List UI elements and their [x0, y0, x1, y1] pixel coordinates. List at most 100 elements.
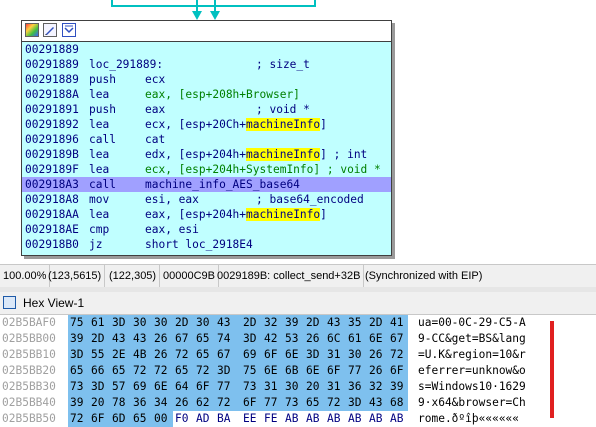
hex-byte[interactable]: 32 — [369, 379, 382, 395]
hex-byte[interactable]: 6C — [327, 331, 340, 347]
hex-byte[interactable]: 72 — [154, 363, 167, 379]
hex-byte[interactable]: 69 — [243, 347, 256, 363]
hex-byte[interactable]: 42 — [264, 331, 277, 347]
hex-bytes[interactable]: 39 20 78 36 34 26 62 72 6F 77 73 65 72 3D 43 68 — [68, 395, 408, 411]
hex-byte[interactable]: 6E — [285, 347, 298, 363]
asm-line[interactable]: 0029189B lea edx, [esp+204h+machineInfo] ;… — [22, 147, 391, 162]
hex-byte[interactable]: 77 — [217, 379, 230, 395]
hex-byte[interactable]: 6E — [369, 331, 382, 347]
hex-byte[interactable]: 2E — [112, 347, 125, 363]
hex-byte[interactable]: 6F — [243, 395, 256, 411]
hex-byte[interactable]: 67 — [175, 331, 188, 347]
hex-byte[interactable]: 3D — [112, 315, 125, 331]
hex-row[interactable]: 02B5BB10 3D 55 2E 4B 26 72 65 67 69 6F 6E 3D 31 30 26 72… — [0, 347, 596, 363]
hex-bytes[interactable]: 65 66 65 72 72 65 72 3D 75 6E 6B 6E 6F 77 26 6F — [68, 363, 408, 379]
hex-ascii[interactable]: ua=00-0C-29-C5-A — [418, 315, 526, 331]
hex-byte[interactable]: 26 — [306, 331, 319, 347]
hex-byte[interactable]: 26 — [369, 347, 382, 363]
hex-row[interactable]: 02B5BB00 39 2D 43 43 26 67 65 74 3D 42 53 26 6C 61 6E 67… — [0, 331, 596, 347]
hex-byte[interactable]: AD — [196, 411, 209, 427]
hex-byte[interactable]: 68 — [390, 395, 403, 411]
hex-byte[interactable]: 30 — [196, 315, 209, 331]
hex-byte[interactable]: 72 — [133, 363, 146, 379]
hex-byte[interactable]: 43 — [327, 315, 340, 331]
hex-byte[interactable]: 72 — [390, 347, 403, 363]
hex-byte[interactable]: 6E — [264, 363, 277, 379]
hex-byte[interactable]: 39 — [70, 331, 83, 347]
hex-byte[interactable]: 2D — [175, 315, 188, 331]
hex-byte[interactable]: 30 — [154, 315, 167, 331]
hex-ascii[interactable]: 9-CC&get=BS&lang — [418, 331, 526, 347]
hex-view-tab[interactable]: Hex View-1 — [0, 292, 596, 315]
hex-byte[interactable]: 4B — [133, 347, 146, 363]
hex-bytes[interactable]: 39 2D 43 43 26 67 65 74 3D 42 53 26 6C 61 6E 67 — [68, 331, 408, 347]
asm-line[interactable]: 00291896 call cat — [22, 132, 391, 147]
hex-byte[interactable]: AB — [348, 411, 361, 427]
hex-byte[interactable]: 26 — [175, 395, 188, 411]
hex-byte[interactable]: 69 — [133, 379, 146, 395]
hex-byte[interactable]: 41 — [390, 315, 403, 331]
hex-byte[interactable]: AB — [390, 411, 403, 427]
hex-byte[interactable]: 43 — [112, 331, 125, 347]
hex-byte[interactable]: 2D — [243, 315, 256, 331]
hex-byte[interactable]: 72 — [175, 347, 188, 363]
hex-byte[interactable]: AB — [327, 411, 340, 427]
hex-row[interactable]: 02B5BB20 65 66 65 72 72 65 72 3D 75 6E 6B 6E 6F 77 26 6F… — [0, 363, 596, 379]
hex-byte[interactable]: 2D — [91, 331, 104, 347]
hex-byte[interactable]: 6F — [196, 379, 209, 395]
hex-byte[interactable]: 61 — [348, 331, 361, 347]
asm-line[interactable]: 00291889 push ecx — [22, 72, 391, 87]
hex-ascii[interactable]: eferrer=unknow&o — [418, 363, 526, 379]
hex-byte[interactable]: 31 — [327, 379, 340, 395]
hex-byte[interactable]: 65 — [306, 395, 319, 411]
hex-byte[interactable]: 61 — [91, 315, 104, 331]
hex-byte[interactable]: 34 — [154, 395, 167, 411]
hex-byte[interactable]: 31 — [327, 347, 340, 363]
hex-byte[interactable]: 6F — [264, 347, 277, 363]
hex-byte[interactable]: 6D — [112, 411, 125, 427]
hex-byte[interactable]: 73 — [285, 395, 298, 411]
asm-line[interactable]: 002918B0 jz short loc_2918E4 — [22, 237, 391, 252]
asm-line-selected[interactable]: 002918A3 call machine_info_AES_base64 — [22, 177, 391, 192]
hex-ascii[interactable]: 9·x64&browser=Ch — [418, 395, 526, 411]
hex-byte[interactable]: 65 — [70, 363, 83, 379]
hex-byte[interactable]: 67 — [217, 347, 230, 363]
hex-byte[interactable]: 2D — [306, 315, 319, 331]
hex-view-panel[interactable]: 02B5BAF0 75 61 3D 30 30 2D 30 43 2D 32 39 2D 43 35 2D 41… — [0, 315, 596, 427]
hex-byte[interactable]: 39 — [390, 379, 403, 395]
highlighted-identifier[interactable]: machineInfo — [246, 148, 321, 161]
hex-byte[interactable]: 36 — [133, 395, 146, 411]
asm-line[interactable]: 002918AE cmp eax, esi — [22, 222, 391, 237]
asm-line[interactable]: 00291889 — [22, 42, 391, 57]
hex-byte[interactable]: AB — [285, 411, 298, 427]
hex-byte[interactable]: 72 — [196, 363, 209, 379]
hex-row[interactable]: 02B5BB30 73 3D 57 69 6E 64 6F 77 73 31 30 20 31 36 32 39… — [0, 379, 596, 395]
hex-byte[interactable]: 3D — [91, 379, 104, 395]
hex-byte[interactable]: 00 — [154, 411, 167, 427]
label[interactable]: loc_291889: — [89, 57, 163, 72]
hex-byte[interactable]: 6F — [327, 363, 340, 379]
hex-byte[interactable]: 65 — [112, 363, 125, 379]
hex-byte[interactable]: 65 — [175, 363, 188, 379]
jump-target[interactable]: short loc_2918E4 — [145, 237, 253, 252]
hex-bytes[interactable]: 73 3D 57 69 6E 64 6F 77 73 31 30 20 31 36 32 39 — [68, 379, 408, 395]
hex-bytes[interactable]: 3D 55 2E 4B 26 72 65 67 69 6F 6E 3D 31 30 26 72 — [68, 347, 408, 363]
hex-byte[interactable]: 39 — [285, 315, 298, 331]
graph-node[interactable]: 00291889 00291889 loc_291889: ; size_t 002… — [21, 20, 392, 256]
hex-ascii[interactable]: rome.ð­ºîþ«««««« — [418, 411, 519, 427]
hex-byte[interactable]: FE — [264, 411, 277, 427]
asm-line[interactable]: 0029188A lea eax, [esp+208h+Browser] — [22, 87, 391, 102]
hex-byte[interactable]: 62 — [196, 395, 209, 411]
hex-byte[interactable]: F0 — [175, 411, 188, 427]
hex-byte[interactable]: 3D — [243, 331, 256, 347]
hex-byte[interactable]: 6E — [154, 379, 167, 395]
hex-byte[interactable]: 26 — [369, 363, 382, 379]
hex-bytes[interactable]: 75 61 3D 30 30 2D 30 43 2D 32 39 2D 43 35 2D 41 — [68, 315, 408, 331]
hex-byte[interactable]: 43 — [133, 331, 146, 347]
highlighted-identifier[interactable]: machineInfo — [246, 208, 321, 221]
asm-line[interactable]: 002918A8 mov esi, eax ; base64_encoded — [22, 192, 391, 207]
hex-byte[interactable]: 20 — [91, 395, 104, 411]
hex-byte[interactable]: 3D — [348, 395, 361, 411]
asm-line[interactable]: 002918AA lea eax, [esp+204h+machineInfo] — [22, 207, 391, 222]
hex-byte[interactable]: 6F — [91, 411, 104, 427]
